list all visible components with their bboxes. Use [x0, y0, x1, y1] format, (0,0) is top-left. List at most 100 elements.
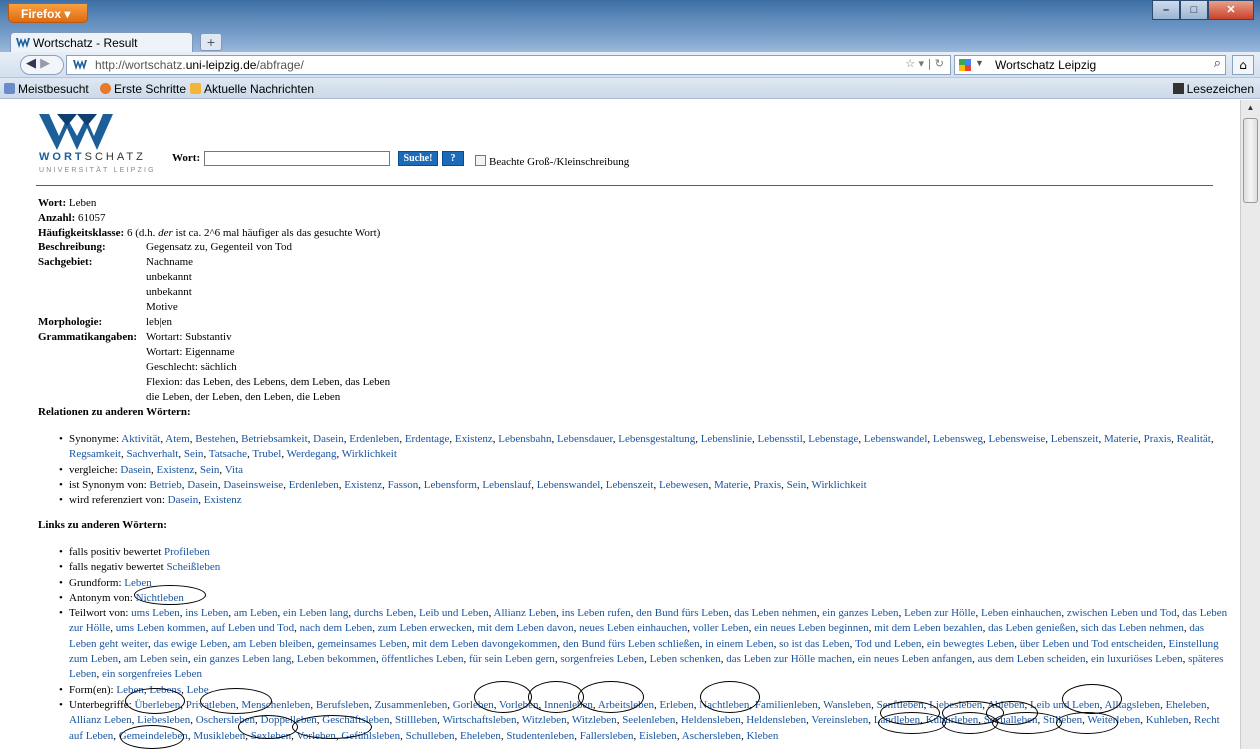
word-link[interactable]: Wirtschaftsleben: [442, 714, 516, 726]
negativ-link[interactable]: Scheißleben: [166, 561, 220, 573]
word-link[interactable]: am Leben bleiben: [233, 638, 312, 650]
url-controls[interactable]: ☆ ▾ | ↻: [905, 57, 944, 70]
back-forward-buttons[interactable]: ◀ ▶: [20, 55, 64, 75]
tab-wortschatz-result[interactable]: Wortschatz - Result: [10, 32, 193, 52]
word-link[interactable]: Bestehen: [195, 433, 235, 445]
word-link[interactable]: Vita: [225, 464, 243, 476]
word-link[interactable]: Lebensform: [424, 479, 477, 491]
search-bar[interactable]: ▼ Wortschatz Leipzig ⌕: [954, 55, 1226, 75]
word-link[interactable]: Seelenleben: [622, 714, 675, 726]
word-link[interactable]: Witzleben: [522, 714, 567, 726]
word-link[interactable]: zum Leben erwecken: [378, 622, 472, 634]
word-link[interactable]: Lebensbahn: [498, 433, 551, 445]
suche-button[interactable]: Suche!: [398, 151, 438, 166]
word-link[interactable]: Dasein: [120, 464, 151, 476]
word-link[interactable]: Heldensleben: [681, 714, 741, 726]
word-link[interactable]: Studentenleben: [506, 730, 574, 742]
scrollbar-thumb[interactable]: [1243, 118, 1258, 203]
word-link[interactable]: Stillleben: [395, 714, 437, 726]
word-link[interactable]: Schulleben: [406, 730, 455, 742]
word-link[interactable]: Familienleben: [755, 699, 818, 711]
word-link[interactable]: das Leben genießen: [988, 622, 1075, 634]
word-link[interactable]: Heldensleben: [746, 714, 806, 726]
word-link[interactable]: ein ganzes Leben lang: [193, 653, 291, 665]
bookmark-aktuelle-nachrichten[interactable]: Aktuelle Nachrichten: [190, 82, 314, 96]
word-link[interactable]: in einem Leben: [705, 638, 773, 650]
word-link[interactable]: Materie: [714, 479, 748, 491]
word-link[interactable]: Daseinsweise: [223, 479, 283, 491]
word-link[interactable]: Trubel: [252, 448, 281, 460]
word-link[interactable]: Sein: [184, 448, 204, 460]
maximize-button[interactable]: □: [1180, 0, 1208, 20]
word-link[interactable]: Lebensgestaltung: [618, 433, 695, 445]
word-link[interactable]: Dasein: [187, 479, 218, 491]
engine-dropdown-icon[interactable]: ▼: [975, 58, 984, 68]
word-link[interactable]: Aktivität: [121, 433, 160, 445]
word-link[interactable]: Berufsleben: [316, 699, 369, 711]
word-link[interactable]: Eheleben: [460, 730, 501, 742]
word-link[interactable]: ums Leben: [131, 607, 180, 619]
minimize-button[interactable]: –: [1152, 0, 1180, 20]
word-link[interactable]: Lebenslauf: [482, 479, 531, 491]
word-link[interactable]: so ist das Leben: [779, 638, 850, 650]
word-link[interactable]: das Leben zur Hölle machen: [726, 653, 852, 665]
word-link[interactable]: Leben einhauchen: [981, 607, 1061, 619]
word-link[interactable]: für sein Leben gern: [469, 653, 555, 665]
word-link[interactable]: mit dem Leben davon: [477, 622, 573, 634]
word-link[interactable]: neues Leben einhauchen: [579, 622, 687, 634]
bookmarks-menu[interactable]: Lesezeichen: [1172, 82, 1254, 96]
word-link[interactable]: voller Leben: [693, 622, 749, 634]
word-link[interactable]: Sein: [787, 479, 807, 491]
help-button[interactable]: ?: [442, 151, 464, 166]
word-link[interactable]: Kleben: [747, 730, 779, 742]
word-link[interactable]: Erdenleben: [289, 479, 339, 491]
home-button[interactable]: ⌂: [1232, 55, 1254, 75]
word-link[interactable]: Musikleben: [193, 730, 245, 742]
word-link[interactable]: Tatsache: [209, 448, 247, 460]
word-link[interactable]: Erdenleben: [349, 433, 399, 445]
word-link[interactable]: Wirklichkeit: [812, 479, 867, 491]
word-link[interactable]: sorgenfreies Leben: [560, 653, 644, 665]
word-link[interactable]: ein ganzes Leben: [822, 607, 898, 619]
word-link[interactable]: Wirklichkeit: [342, 448, 397, 460]
word-link[interactable]: Sein: [200, 464, 220, 476]
word-link[interactable]: Lebenswandel: [537, 479, 601, 491]
word-link[interactable]: Dasein: [168, 494, 199, 506]
word-link[interactable]: Leben bekommen: [297, 653, 376, 665]
bookmark-erste-schritte[interactable]: Erste Schritte: [100, 82, 186, 96]
word-link[interactable]: Allianz Leben: [69, 714, 132, 726]
close-window-button[interactable]: ✕: [1208, 0, 1254, 20]
word-link[interactable]: den Bund fürs Leben schließen: [563, 638, 700, 650]
word-link[interactable]: Praxis: [1144, 433, 1172, 445]
word-link[interactable]: sich das Leben nehmen: [1081, 622, 1184, 634]
forward-arrow-icon[interactable]: ▶: [40, 56, 50, 71]
word-link[interactable]: Existenz: [344, 479, 382, 491]
case-sensitive-checkbox[interactable]: [475, 155, 486, 166]
word-link[interactable]: Materie: [1104, 433, 1138, 445]
word-link[interactable]: am Leben sein: [124, 653, 188, 665]
word-link[interactable]: ein neues Leben anfangen: [858, 653, 973, 665]
firefox-menu-button[interactable]: Firefox ▾: [8, 3, 88, 23]
word-link[interactable]: Leben zur Hölle: [904, 607, 975, 619]
word-link[interactable]: öffentliches Leben: [382, 653, 464, 665]
word-link[interactable]: Erdentage: [405, 433, 450, 445]
word-link[interactable]: Existenz: [455, 433, 493, 445]
word-link[interactable]: Fasson: [388, 479, 419, 491]
word-link[interactable]: Lebenstage: [808, 433, 858, 445]
word-link[interactable]: Leib und Leben: [419, 607, 489, 619]
new-tab-button[interactable]: +: [200, 33, 222, 51]
word-link[interactable]: Kuhleben: [1146, 714, 1189, 726]
word-link[interactable]: Witzleben: [572, 714, 617, 726]
word-link[interactable]: ein Leben lang: [283, 607, 348, 619]
word-link[interactable]: nach dem Leben: [300, 622, 373, 634]
word-link[interactable]: Fallersleben: [580, 730, 634, 742]
word-link[interactable]: gemeinsames Leben: [317, 638, 407, 650]
word-link[interactable]: Existenz: [204, 494, 242, 506]
word-link[interactable]: auf Leben und Tod: [211, 622, 294, 634]
word-link[interactable]: Lebensdauer: [557, 433, 613, 445]
word-link[interactable]: das ewige Leben: [153, 638, 227, 650]
word-link[interactable]: Eheleben: [1166, 699, 1207, 711]
word-link[interactable]: ums Leben kommen: [116, 622, 206, 634]
word-link[interactable]: Lebenszeit: [1051, 433, 1099, 445]
word-link[interactable]: Atem: [165, 433, 189, 445]
